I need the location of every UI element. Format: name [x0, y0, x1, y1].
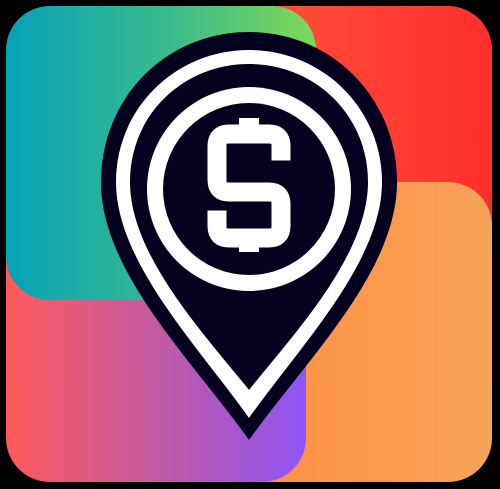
dollar-sign-icon: [207, 118, 291, 252]
app-icon: [0, 0, 500, 489]
